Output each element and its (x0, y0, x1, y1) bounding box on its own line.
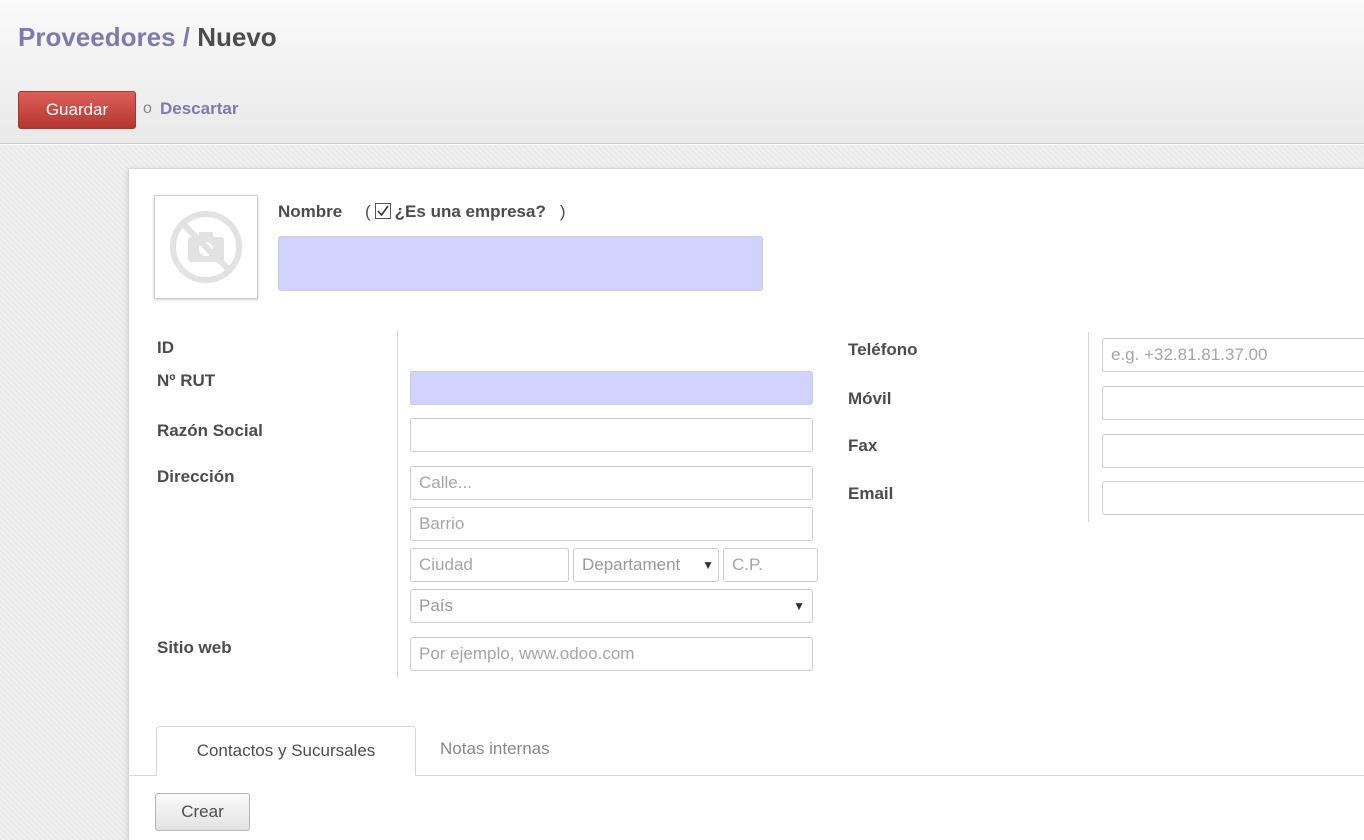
direccion-label: Dirección (157, 467, 235, 486)
fax-label: Fax (848, 436, 878, 455)
open-paren: ( (365, 202, 371, 221)
chevron-down-icon: ▼ (793, 599, 805, 613)
no-photo-icon (170, 211, 242, 283)
rut-label: Nº RUT (157, 371, 216, 390)
fax-input[interactable] (1102, 434, 1364, 468)
movil-input[interactable] (1102, 386, 1364, 420)
save-button[interactable]: Guardar (18, 91, 136, 129)
razon-social-label: Razón Social (157, 421, 263, 440)
avatar-image[interactable] (154, 195, 258, 299)
company-checkbox-label: ¿Es una empresa? (394, 202, 546, 221)
rut-input[interactable] (410, 371, 813, 405)
telefono-input[interactable] (1102, 338, 1364, 372)
barrio-input[interactable] (410, 507, 813, 541)
website-input[interactable] (410, 637, 813, 671)
ciudad-input[interactable] (410, 548, 569, 582)
create-button[interactable]: Crear (155, 793, 250, 831)
tab-contactos-sucursales[interactable]: Contactos y Sucursales (156, 726, 416, 776)
email-label: Email (848, 484, 894, 503)
or-text: o (143, 100, 152, 117)
left-column-divider (397, 330, 398, 678)
check-icon (377, 205, 389, 217)
chevron-down-icon: ▼ (702, 558, 714, 572)
departamento-select[interactable]: Departament ▼ (573, 548, 719, 582)
breadcrumb: Proveedores / Nuevo (18, 22, 277, 53)
breadcrumb-separator: / (175, 22, 198, 52)
telefono-label: Teléfono (848, 340, 918, 359)
pais-select[interactable]: País ▼ (410, 589, 813, 623)
cp-input[interactable] (723, 548, 818, 582)
company-checkbox[interactable] (374, 203, 391, 219)
email-input[interactable] (1102, 481, 1364, 515)
close-paren: ) (559, 202, 566, 221)
razon-social-input[interactable] (410, 418, 813, 452)
pais-placeholder: País (419, 596, 454, 615)
breadcrumb-parent-link[interactable]: Proveedores (18, 22, 176, 52)
discard-link[interactable]: Descartar (160, 99, 238, 119)
breadcrumb-current: Nuevo (197, 22, 277, 52)
id-label: ID (157, 338, 174, 357)
street-input[interactable] (410, 466, 813, 500)
name-input[interactable] (278, 236, 763, 291)
movil-label: Móvil (848, 389, 892, 408)
sitio-web-label: Sitio web (157, 638, 232, 657)
right-column-divider (1088, 332, 1089, 522)
control-panel: Proveedores / Nuevo Guardar o Descartar (0, 0, 1364, 144)
tab-notas-internas[interactable]: Notas internas (440, 739, 550, 759)
departamento-placeholder: Departament (582, 555, 681, 574)
company-checkbox-group: ( ¿Es una empresa?) (365, 202, 566, 222)
name-label: Nombre (278, 202, 343, 221)
